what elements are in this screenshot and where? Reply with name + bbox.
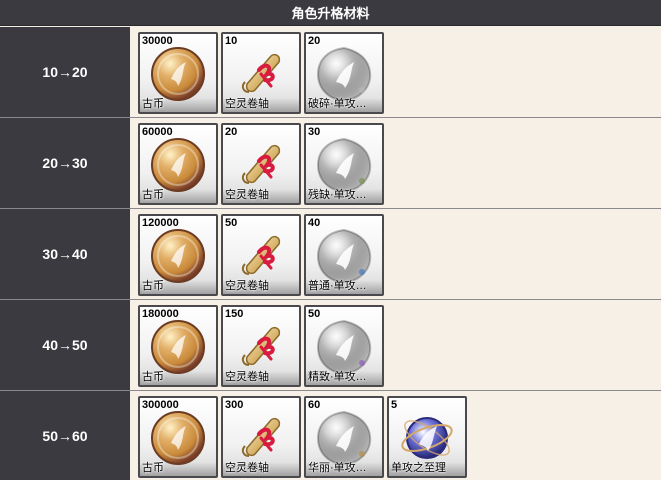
table-row: 10→20 30000 古币 10 空灵卷轴 20 破碎·单攻…: [0, 27, 661, 118]
material-name: 空灵卷轴: [225, 371, 269, 383]
level-range: 40→50: [42, 337, 88, 353]
material-qty: 5: [391, 399, 398, 411]
material-name: 古币: [142, 280, 164, 292]
material-qty: 20: [225, 126, 238, 138]
level-range: 50→60: [42, 428, 88, 444]
level-range: 30→40: [42, 246, 88, 262]
material-card[interactable]: 30000 古币: [138, 32, 218, 114]
material-card[interactable]: 20 破碎·单攻…: [304, 32, 384, 114]
material-name: 空灵卷轴: [225, 280, 269, 292]
material-qty: 50: [308, 308, 321, 320]
material-name: 古币: [142, 371, 164, 383]
material-card[interactable]: 50 空灵卷轴: [221, 214, 301, 296]
level-range: 10→20: [42, 64, 88, 80]
material-name: 空灵卷轴: [225, 98, 269, 110]
material-name: 空灵卷轴: [225, 462, 269, 474]
material-qty: 10: [225, 35, 238, 47]
table-row: 50→60 300000 古币 300 空灵卷轴 60 华丽·单攻… 5 单攻之…: [0, 391, 661, 480]
material-card[interactable]: 150 空灵卷轴: [221, 305, 301, 387]
material-card[interactable]: 30 残缺·单攻…: [304, 123, 384, 205]
material-qty: 30000: [142, 35, 173, 47]
material-qty: 120000: [142, 217, 179, 229]
material-name: 古币: [142, 462, 164, 474]
material-name: 普通·单攻…: [308, 280, 367, 292]
material-card[interactable]: 60000 古币: [138, 123, 218, 205]
material-name: 破碎·单攻…: [308, 98, 367, 110]
material-card[interactable]: 50 精致·单攻…: [304, 305, 384, 387]
material-card[interactable]: 120000 古币: [138, 214, 218, 296]
table-title: 角色升格材料: [291, 6, 370, 21]
level-range: 20→30: [42, 155, 88, 171]
material-qty: 150: [225, 308, 244, 320]
level-range-cell: 10→20: [0, 27, 130, 117]
material-qty: 60000: [142, 126, 173, 138]
material-card[interactable]: 5 单攻之至理: [387, 396, 467, 478]
level-range-cell: 30→40: [0, 209, 130, 299]
material-qty: 300000: [142, 399, 179, 411]
material-name: 空灵卷轴: [225, 189, 269, 201]
material-qty: 300: [225, 399, 244, 411]
material-name: 华丽·单攻…: [308, 462, 367, 474]
level-range-cell: 50→60: [0, 391, 130, 480]
level-range-cell: 20→30: [0, 118, 130, 208]
material-card[interactable]: 180000 古币: [138, 305, 218, 387]
material-card[interactable]: 60 华丽·单攻…: [304, 396, 384, 478]
material-name: 古币: [142, 98, 164, 110]
materials-list: 60000 古币 20 空灵卷轴 30 残缺·单攻…: [138, 123, 384, 205]
materials-list: 300000 古币 300 空灵卷轴 60 华丽·单攻… 5 单攻之至理: [138, 396, 467, 478]
upgrade-materials-table: 角色升格材料 10→20 30000 古币 10 空灵卷轴 20 破碎·单攻… …: [0, 0, 661, 480]
material-name: 精致·单攻…: [308, 371, 367, 383]
material-card[interactable]: 300000 古币: [138, 396, 218, 478]
material-qty: 40: [308, 217, 321, 229]
material-card[interactable]: 20 空灵卷轴: [221, 123, 301, 205]
material-card[interactable]: 40 普通·单攻…: [304, 214, 384, 296]
material-qty: 180000: [142, 308, 179, 320]
material-qty: 20: [308, 35, 321, 47]
table-row: 20→30 60000 古币 20 空灵卷轴 30 残缺·单攻…: [0, 118, 661, 209]
table-row: 40→50 180000 古币 150 空灵卷轴 50 精致·单攻…: [0, 300, 661, 391]
material-card[interactable]: 10 空灵卷轴: [221, 32, 301, 114]
material-name: 古币: [142, 189, 164, 201]
materials-list: 30000 古币 10 空灵卷轴 20 破碎·单攻…: [138, 32, 384, 114]
material-qty: 50: [225, 217, 238, 229]
table-row: 30→40 120000 古币 50 空灵卷轴 40 普通·单攻…: [0, 209, 661, 300]
material-card[interactable]: 300 空灵卷轴: [221, 396, 301, 478]
materials-list: 180000 古币 150 空灵卷轴 50 精致·单攻…: [138, 305, 384, 387]
material-qty: 30: [308, 126, 321, 138]
level-range-cell: 40→50: [0, 300, 130, 390]
material-name: 单攻之至理: [391, 462, 446, 474]
material-qty: 60: [308, 399, 321, 411]
material-name: 残缺·单攻…: [308, 189, 367, 201]
table-header: 角色升格材料: [0, 0, 661, 26]
materials-list: 120000 古币 50 空灵卷轴 40 普通·单攻…: [138, 214, 384, 296]
